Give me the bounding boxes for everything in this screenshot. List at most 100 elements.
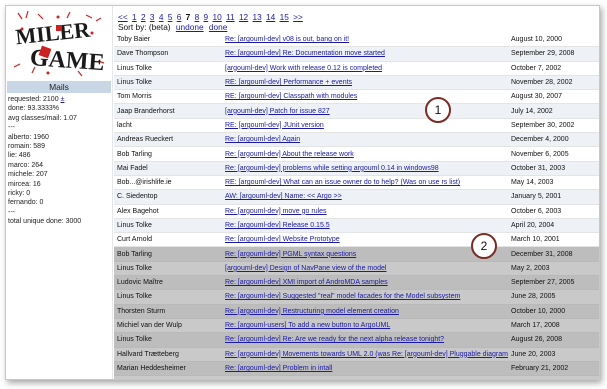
done-stat: done: 93.3333% <box>8 105 59 113</box>
author-cell: Michiel van der Wulp <box>114 318 222 334</box>
table-row: akRe: [argouml-dev] i cannot find the cl… <box>114 375 599 379</box>
person-stat: romain: 589 <box>8 143 45 151</box>
table-row: lacht RE: [argouml-dev] JUnit version Sept… <box>114 118 599 134</box>
table-row: Curt Arnold Re: [argouml-dev] Website Pro… <box>114 232 599 248</box>
current-page: 7 <box>185 12 191 22</box>
page-link[interactable]: 6 <box>177 12 182 22</box>
page-link[interactable]: 12 <box>239 12 248 22</box>
subject-link[interactable]: RE: [argouml-dev] What can an issue owne… <box>222 175 508 191</box>
subject-link[interactable]: Re: [argouml-dev] Re: Documentation move… <box>222 46 508 62</box>
date-cell: March 17, 2008 <box>508 318 599 334</box>
subject-link[interactable]: Re: [argouml-dev] Movements towards UML … <box>222 347 508 362</box>
person-stat: fernando: 0 <box>8 199 44 207</box>
sort-label: Sort by: (beta) <box>118 22 171 32</box>
page-link[interactable]: 8 <box>195 12 200 22</box>
author-cell: Ludovic Maître <box>114 275 222 291</box>
subject-link[interactable]: Re: [argouml-dev] Suggested "real" model… <box>222 289 508 305</box>
subject-link[interactable]: Re: [argouml-users] To add a new button … <box>222 318 508 334</box>
subject-link[interactable]: RE: [argouml-dev] JUnit version <box>222 118 508 134</box>
subject-link[interactable]: Re: [argouml-dev] Again <box>222 132 508 148</box>
table-row: Dave Thompson Re: [argouml-dev] Re: Docum… <box>114 46 599 62</box>
page-link[interactable]: 4 <box>159 12 164 22</box>
sort-undone-link[interactable]: undone <box>176 22 204 32</box>
subject-link[interactable]: Re: [argouml-dev] PGML syntax questions <box>222 246 508 262</box>
author-cell: Linus Tolke <box>114 332 222 348</box>
sidebar: MILER GAME Mails requested: 2100 ± done:… <box>6 6 113 379</box>
date-cell: September 30, 2002 <box>508 118 599 134</box>
app-window: MILER GAME Mails requested: 2100 ± done:… <box>5 5 600 380</box>
next-page-link[interactable]: >> <box>293 12 303 22</box>
author-cell: Toby Baier <box>114 33 222 48</box>
subject-link[interactable]: Re: [argouml-dev] XMI import of AndroMDA… <box>222 275 508 291</box>
subject-link[interactable]: Re: [argouml-dev] v08 is out, bang on it… <box>222 33 508 48</box>
subject-link[interactable]: Re: [argouml-dev] Problem in intall <box>222 361 508 377</box>
author-cell: Linus Tolke <box>114 61 222 76</box>
author-cell: Jaap Branderhorst <box>114 103 222 119</box>
requested-adjust-link[interactable]: ± <box>61 96 65 103</box>
subject-link[interactable]: Re: [argouml-dev] Website Prototype <box>222 232 508 248</box>
page-link[interactable]: 15 <box>280 12 289 22</box>
annotation-marker-2: 2 <box>471 233 497 259</box>
date-cell: October 31, 2003 <box>508 161 599 176</box>
date-cell: October 7, 2002 <box>508 61 599 76</box>
date-cell: August 26, 2008 <box>508 332 599 348</box>
page-link[interactable]: 10 <box>212 12 221 22</box>
mail-table: Toby Baier Re: [argouml-dev] v08 is out, … <box>114 33 599 379</box>
page-link[interactable]: 13 <box>252 12 261 22</box>
table-row: Bob Tarling Re: [argouml-dev] PGML syntax… <box>114 246 599 262</box>
subject-link[interactable]: Re: [argouml-dev] i cannot find the clas… <box>222 375 508 379</box>
table-row: Linus Tolke [argouml-dev] Work with relea… <box>114 61 599 76</box>
subject-link[interactable]: Re: [argouml-dev] Re: Are we ready for t… <box>222 332 508 348</box>
annotation-marker-1: 1 <box>425 97 451 123</box>
subject-link[interactable]: Re: [argouml-dev] move go rules <box>222 204 508 219</box>
page-link[interactable]: 2 <box>141 12 146 22</box>
prev-page-link[interactable]: << <box>118 12 128 22</box>
subject-link[interactable]: [argouml-dev] Work with release 0.12 is … <box>222 61 508 76</box>
date-cell: April 20, 2004 <box>508 218 599 234</box>
page-link[interactable]: 3 <box>150 12 155 22</box>
table-row: Bob Tarling Re: [argouml-dev] About the r… <box>114 146 599 162</box>
date-cell: December 4, 2000 <box>508 132 599 148</box>
page-link[interactable]: 5 <box>168 12 173 22</box>
requested-stat: requested: 2100 ± <box>8 95 112 104</box>
page-link[interactable]: 11 <box>226 12 235 22</box>
subject-link[interactable]: Re: [argouml-dev] Release 0.15.5 <box>222 218 508 234</box>
person-stat: lie: 486 <box>8 152 31 160</box>
page-link[interactable]: 9 <box>204 12 209 22</box>
sort-done-link[interactable]: done <box>209 22 227 32</box>
table-row: Bob...@irishlife.ie RE: [argouml-dev] Wha… <box>114 175 599 191</box>
table-row: Alex Bagehot Re: [argouml-dev] move go ru… <box>114 204 599 219</box>
author-cell: Linus Tolke <box>114 75 222 91</box>
subject-link[interactable]: [argouml-dev] Patch for issue 827 <box>222 103 508 119</box>
table-row: Linus Tolke RE: [argouml-dev] Performance… <box>114 75 599 91</box>
author-cell: Marian Heddesheimer <box>114 361 222 377</box>
pagination: << 1 2 3 4 5 6 7 8 9 10 11 12 13 14 15 >… <box>118 12 305 22</box>
date-cell: July 14, 2002 <box>508 103 599 119</box>
date-cell: September 29, 2008 <box>508 46 599 62</box>
sort-controls: Sort by: (beta) undone done <box>118 22 227 32</box>
subject-link[interactable]: Re: [argouml-dev] problems while setting… <box>222 161 508 176</box>
table-row: Marian Heddesheimer Re: [argouml-dev] Pro… <box>114 361 599 377</box>
page-link[interactable]: 14 <box>266 12 275 22</box>
subject-link[interactable]: AW: [argouml-dev] Name: << Argo >> <box>222 189 508 205</box>
table-row: Toby Baier Re: [argouml-dev] v08 is out, … <box>114 33 599 48</box>
date-cell: August 30, 2007 <box>508 89 599 105</box>
subject-link[interactable]: RE: [argouml-dev] Classpath with modules <box>222 89 508 105</box>
table-row: Linus Tolke Re: [argouml-dev] Re: Are we … <box>114 332 599 348</box>
date-cell: November 28, 2002 <box>508 75 599 91</box>
avg-stat: avg classes/mail: 1.07 <box>8 114 77 122</box>
subject-link[interactable]: [argouml-dev] Design of NavPane view of … <box>222 261 508 277</box>
author-cell: Andreas Rueckert <box>114 132 222 148</box>
date-cell: February 21, 2002 <box>508 361 599 377</box>
date-cell: November 6, 2005 <box>508 146 599 162</box>
page-link[interactable]: 1 <box>132 12 137 22</box>
author-cell: Bob Tarling <box>114 246 222 262</box>
person-stat: marco: 264 <box>8 161 44 169</box>
subject-link[interactable]: Re: [argouml-dev] About the release work <box>222 146 508 162</box>
date-cell: June 28, 2005 <box>508 289 599 305</box>
date-cell: October 10, 2000 <box>508 304 599 319</box>
subject-link[interactable]: RE: [argouml-dev] Performance + events <box>222 75 508 91</box>
main-content: << 1 2 3 4 5 6 7 8 9 10 11 12 13 14 15 >… <box>114 6 599 379</box>
author-cell: Linus Tolke <box>114 218 222 234</box>
subject-link[interactable]: Re: [argouml-dev] Restructuring model el… <box>222 304 508 319</box>
